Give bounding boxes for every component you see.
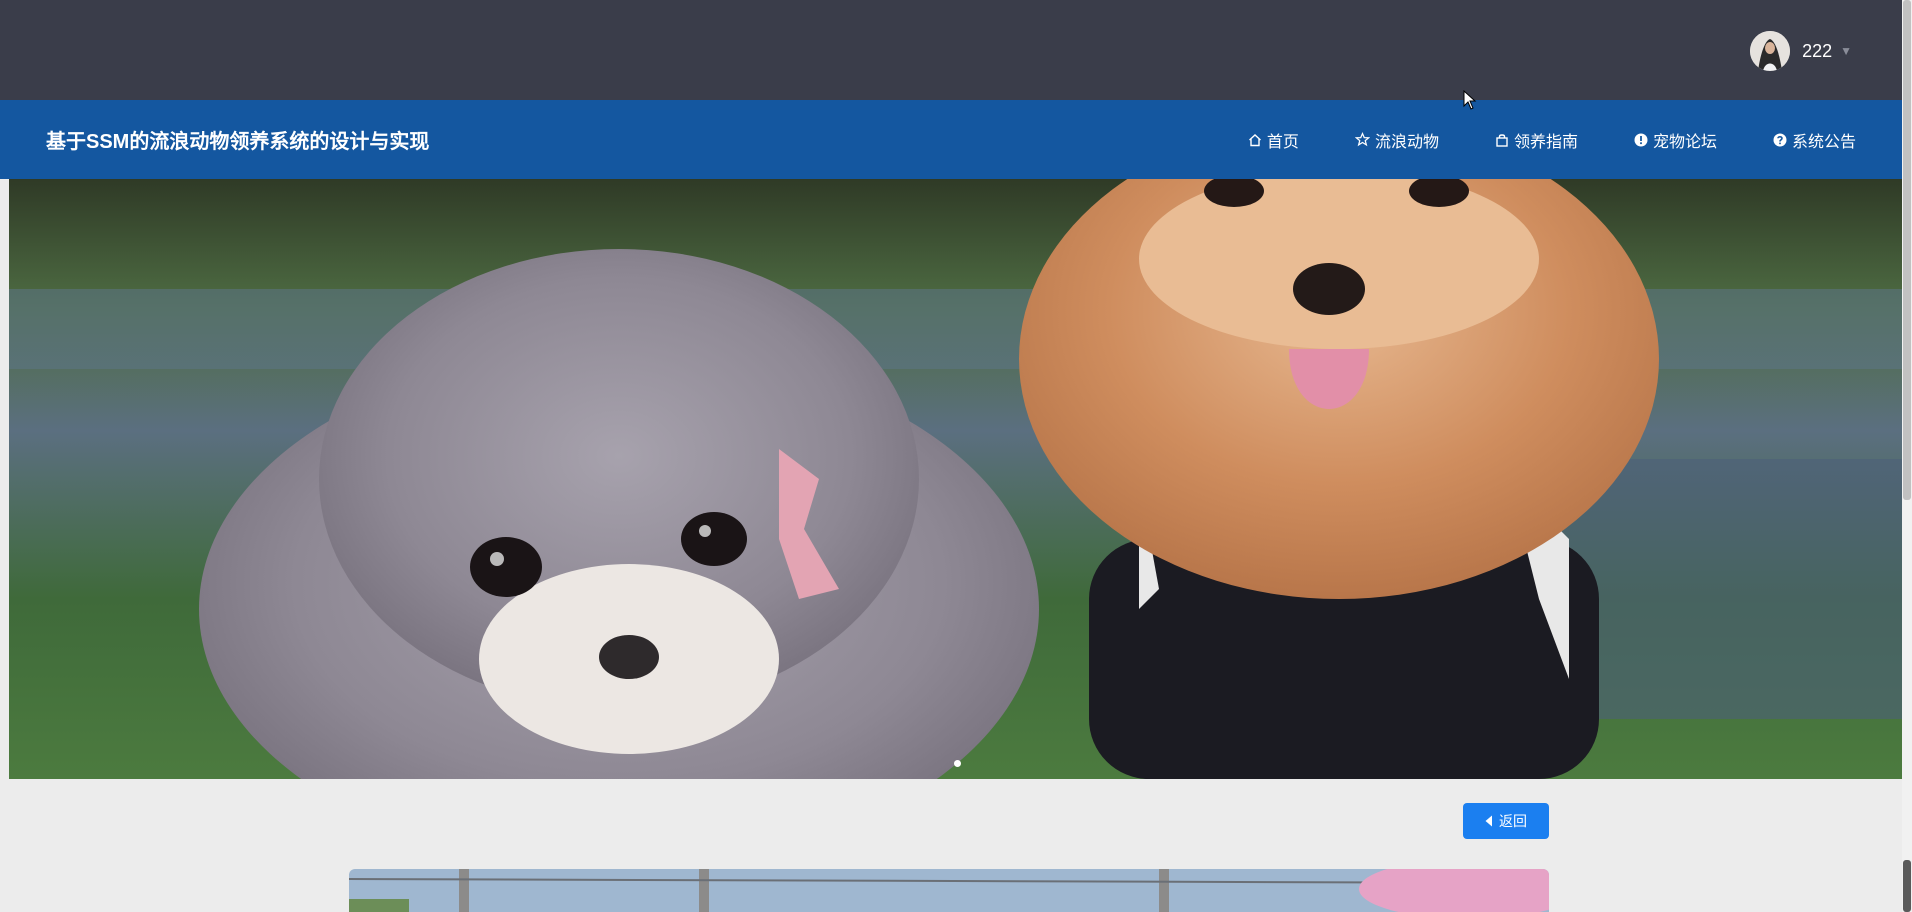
banner-image — [9, 179, 1902, 779]
nav-item-label: 系统公告 — [1791, 133, 1856, 151]
nav-menu: 首页 流浪动物 领养指南 宠物论坛 系统公告 — [1248, 100, 1856, 179]
nav-item-stray-animals[interactable]: 流浪动物 — [1354, 128, 1439, 152]
nav-item-announcements[interactable]: 系统公告 — [1773, 128, 1856, 152]
caret-left-icon — [1485, 815, 1492, 827]
star-icon — [1354, 132, 1370, 147]
chevron-down-icon[interactable]: ▼ — [1840, 44, 1852, 58]
site-title: 基于SSM的流浪动物领养系统的设计与实现 — [46, 131, 430, 153]
scrollbar-thumb[interactable] — [1903, 0, 1911, 500]
back-button-label: 返回 — [1499, 813, 1527, 829]
nav-item-pet-forum[interactable]: 宠物论坛 — [1634, 128, 1717, 152]
nav-item-label: 宠物论坛 — [1652, 133, 1717, 151]
bag-icon — [1496, 133, 1508, 147]
username[interactable]: 222 — [1802, 41, 1832, 62]
carousel-dot-active[interactable] — [954, 760, 961, 767]
home-icon — [1248, 133, 1261, 146]
top-bar: 222 ▼ — [0, 0, 1902, 100]
vertical-scrollbar[interactable] — [1902, 0, 1912, 912]
nav-item-label: 流浪动物 — [1374, 133, 1439, 151]
exclamation-icon — [1634, 133, 1648, 146]
nav-item-label: 领养指南 — [1513, 133, 1578, 151]
question-icon — [1773, 133, 1787, 146]
mouse-cursor-icon — [1463, 90, 1477, 110]
nav-item-adoption-guide[interactable]: 领养指南 — [1495, 128, 1578, 152]
scrollbar-thumb-secondary[interactable] — [1903, 860, 1911, 912]
nav-item-label: 首页 — [1266, 133, 1299, 151]
animal-detail-image — [349, 869, 1549, 912]
banner-carousel[interactable] — [9, 179, 1902, 779]
back-button[interactable]: 返回 — [1463, 803, 1549, 839]
user-avatar[interactable] — [1750, 31, 1791, 71]
nav-item-home[interactable]: 首页 — [1248, 128, 1299, 152]
user-menu[interactable]: 222 ▼ — [1750, 30, 1852, 72]
main-navbar: 基于SSM的流浪动物领养系统的设计与实现 首页 流浪动物 领养指南 宠物论坛 系… — [0, 100, 1902, 179]
